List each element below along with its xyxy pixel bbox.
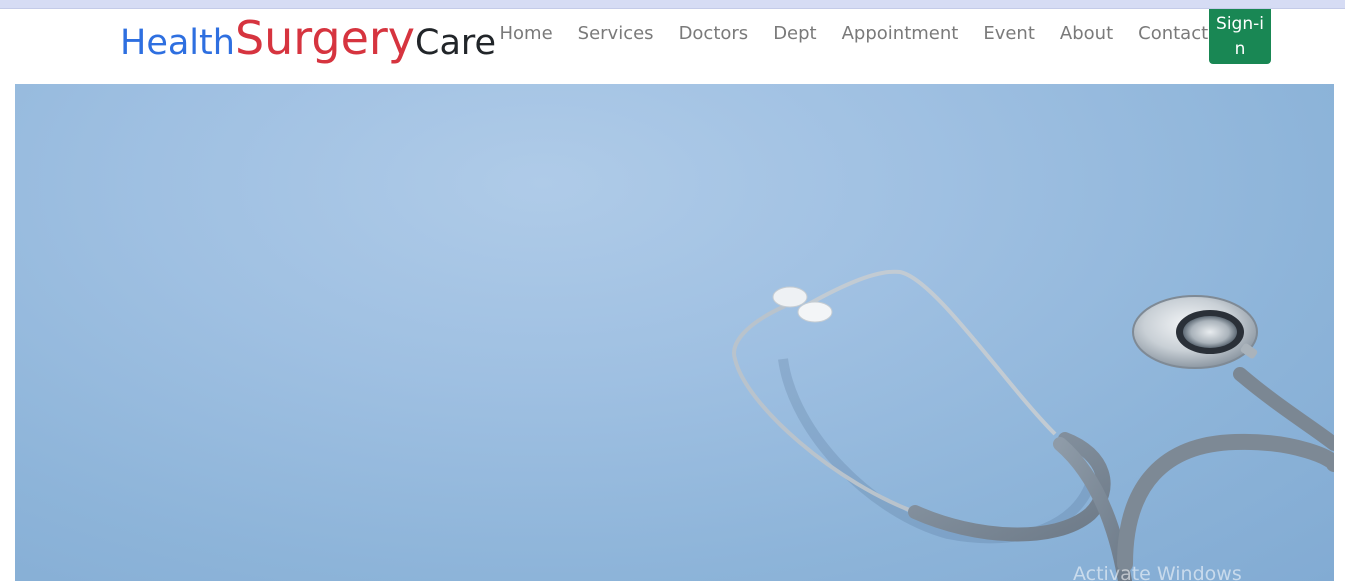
nav-link-doctors[interactable]: Doctors xyxy=(666,21,761,47)
hero-image xyxy=(15,84,1334,581)
brand-logo[interactable]: Health Surgery Care xyxy=(120,9,496,77)
nav-link-services[interactable]: Services xyxy=(565,21,666,47)
brand-part-care: Care xyxy=(415,23,497,63)
brand-part-surgery: Surgery xyxy=(234,11,416,65)
nav-link-about[interactable]: About xyxy=(1047,21,1125,47)
stethoscope-icon xyxy=(732,269,1334,581)
nav-link-home[interactable]: Home xyxy=(487,21,565,47)
browser-top-strip xyxy=(0,0,1345,9)
activate-windows-watermark: Activate Windows xyxy=(1073,563,1242,585)
navbar: Health Surgery Care Home Services Doctors … xyxy=(0,9,1345,84)
nav-links: Home Services Doctors Dept Appointment E… xyxy=(487,21,1221,47)
signin-button[interactable]: Sign-in xyxy=(1209,9,1271,64)
brand-part-health: Health xyxy=(120,23,235,63)
nav-link-dept[interactable]: Dept xyxy=(761,21,829,47)
nav-link-event[interactable]: Event xyxy=(971,21,1048,47)
nav-link-appointment[interactable]: Appointment xyxy=(829,21,971,47)
nav-link-contact[interactable]: Contact xyxy=(1126,21,1221,47)
